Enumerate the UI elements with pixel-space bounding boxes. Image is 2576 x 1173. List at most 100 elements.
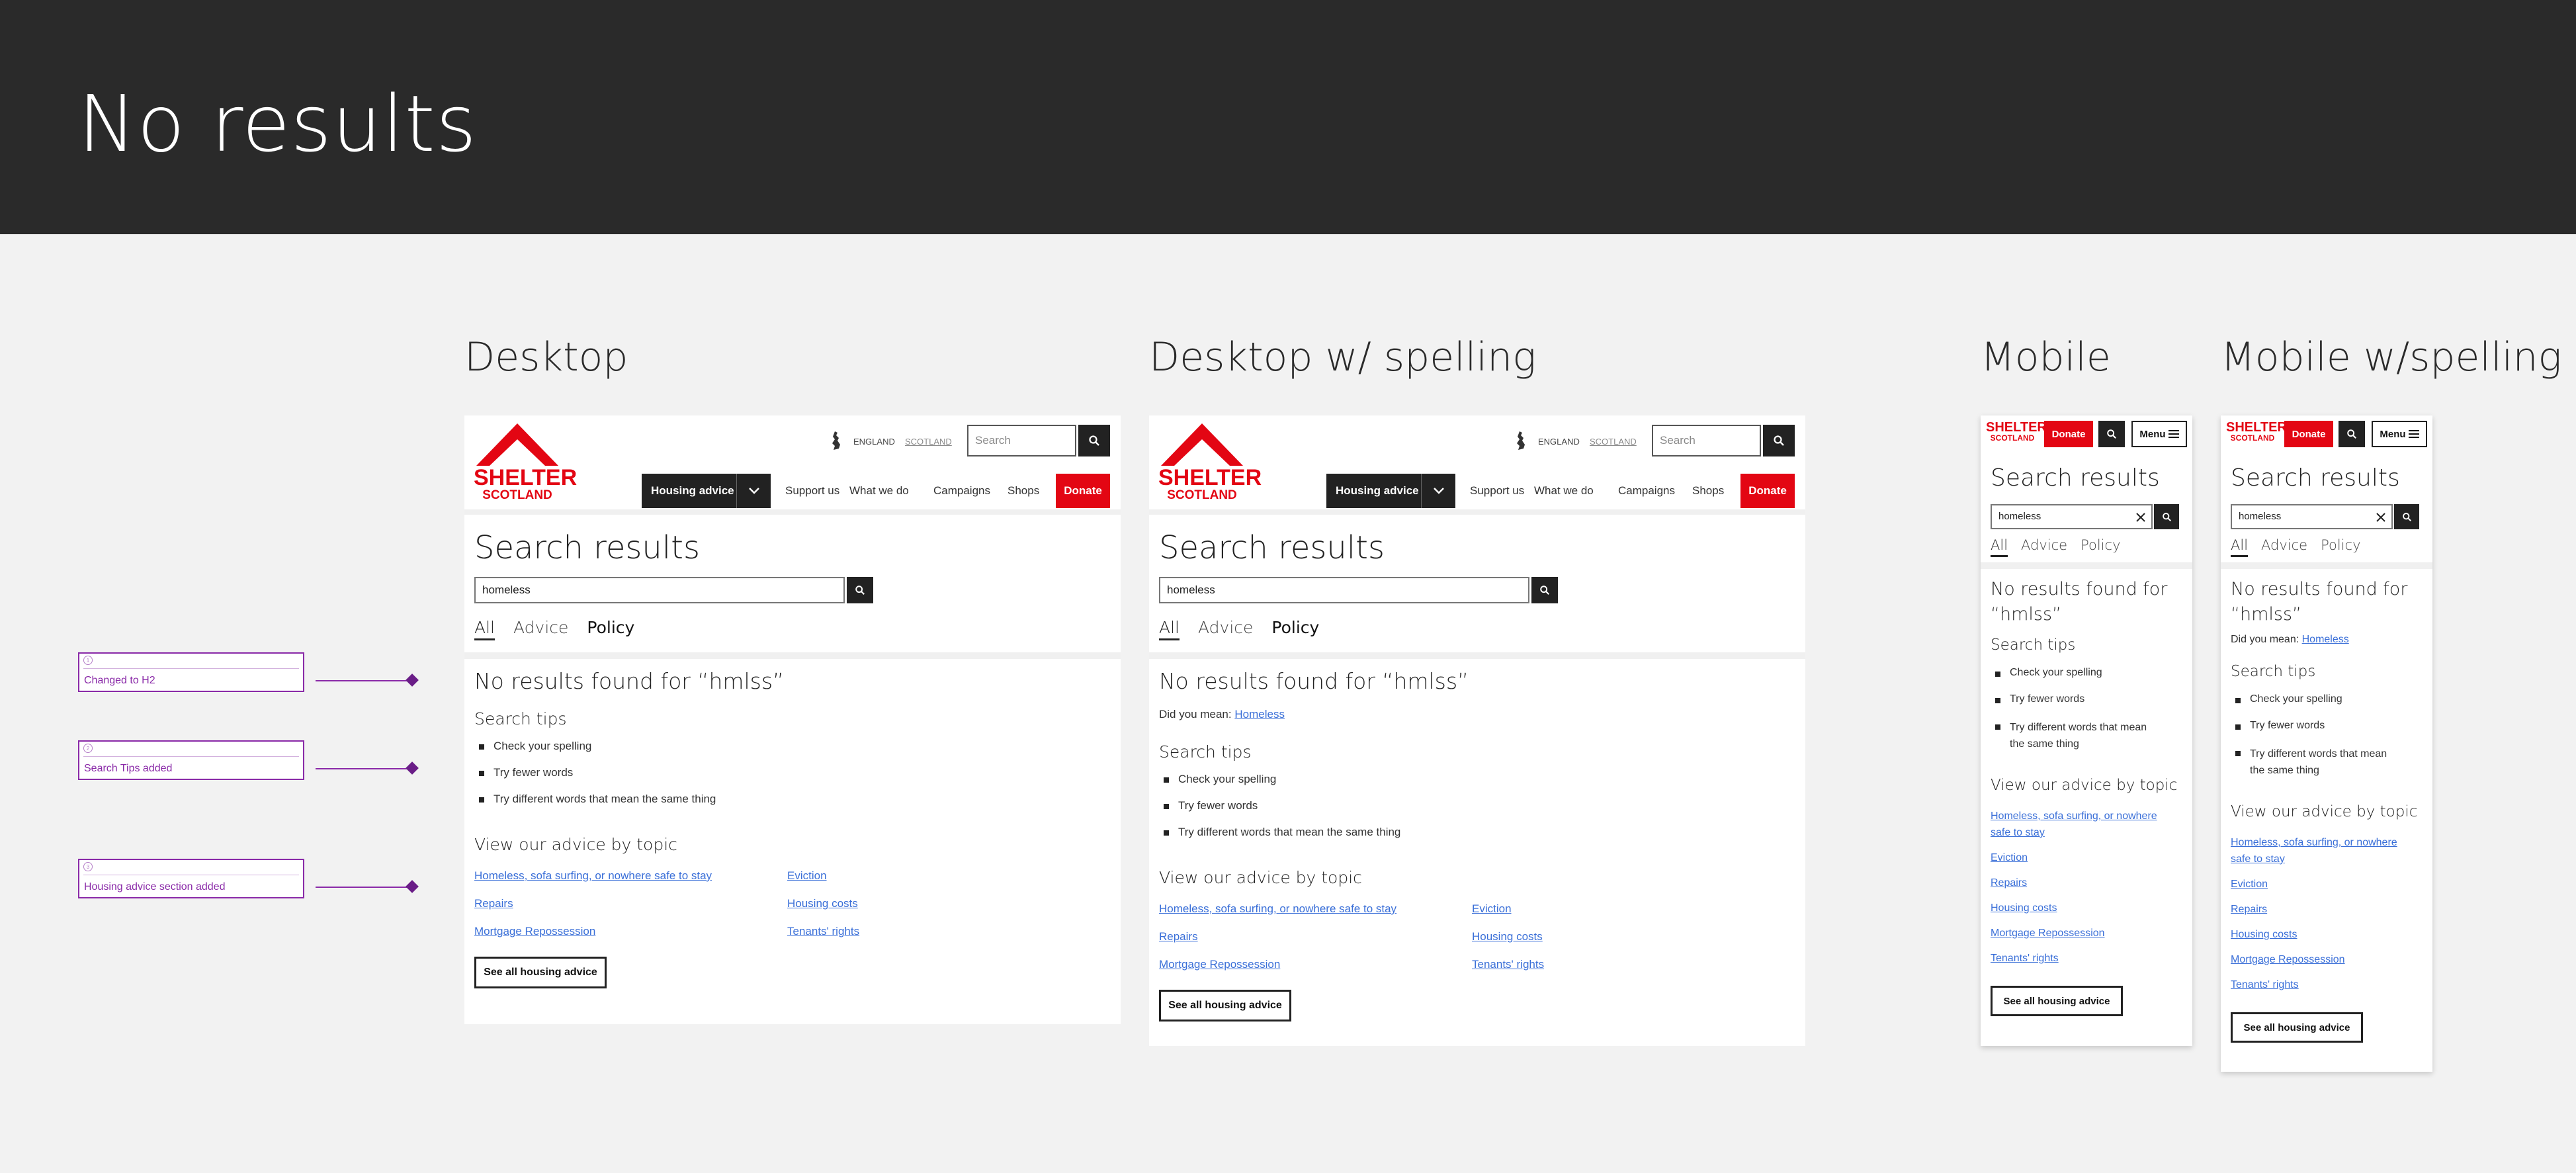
did-you-mean-link[interactable]: Homeless (2302, 634, 2349, 645)
tab-all[interactable]: All (2231, 537, 2248, 553)
advice-link-homeless[interactable]: Homeless, sofa surfing, or nowhere safe … (474, 869, 712, 883)
advice-link-housing-costs[interactable]: Housing costs (787, 897, 858, 910)
nav-shops[interactable]: Shops (1692, 484, 1724, 498)
results-search-button[interactable] (2154, 504, 2179, 529)
advice-link-homeless[interactable]: Homeless, sofa surfing, or nowhere safe t… (2231, 835, 2397, 868)
advice-link-tenants-rights[interactable]: Tenants' rights (787, 925, 859, 938)
results-search-button[interactable] (2394, 504, 2419, 529)
did-you-mean-link[interactable]: Homeless (1234, 708, 1285, 720)
advice-link-housing-costs[interactable]: Housing costs (1472, 930, 1543, 943)
see-all-housing-advice-button[interactable]: See all housing advice (1159, 990, 1291, 1021)
see-all-housing-advice-button[interactable]: See all housing advice (474, 957, 607, 988)
advice-link-housing-costs[interactable]: Housing costs (2231, 929, 2297, 941)
tab-advice[interactable]: Advice (2261, 537, 2307, 553)
scotland-link[interactable]: SCOTLAND (1590, 437, 1637, 447)
results-search-input[interactable]: homeless (1159, 577, 1529, 603)
donate-button[interactable]: Donate (2044, 421, 2093, 447)
see-all-housing-advice-button[interactable]: See all housing advice (1991, 986, 2123, 1016)
advice-link-repairs[interactable]: Repairs (1159, 930, 1198, 943)
site-header: SHELTER SCOTLAND ENGLAND SCOTLAND Search… (464, 415, 1121, 515)
tab-all[interactable]: All (1991, 537, 2008, 553)
advice-link-mortgage[interactable]: Mortgage Repossession (474, 925, 595, 938)
tip-item: Try fewer words (478, 766, 716, 793)
tip-item: Try different words that mean the same th… (2235, 746, 2387, 786)
nav-campaigns[interactable]: Campaigns (1618, 484, 1675, 498)
results-tabs: All Advice Policy (1991, 537, 2121, 553)
section-divider (1149, 652, 1805, 659)
shelter-logo[interactable]: SHELTER SCOTLAND (474, 422, 577, 501)
column-title-mobile: Mobile (1981, 334, 2111, 380)
desktop-frame: SHELTER SCOTLAND ENGLAND SCOTLAND Search… (464, 415, 1121, 1024)
housing-advice-button[interactable]: Housing advice (642, 474, 771, 508)
advice-link-repairs[interactable]: Repairs (474, 897, 513, 910)
clear-icon[interactable] (2135, 512, 2146, 523)
menu-button[interactable]: Menu (2372, 421, 2427, 447)
advice-link-tenants-rights[interactable]: Tenants' rights (1472, 958, 1544, 971)
advice-link-mortgage[interactable]: Mortgage Repossession (1991, 928, 2105, 939)
results-search-input[interactable]: homeless (2231, 504, 2393, 529)
tab-policy[interactable]: Policy (587, 618, 634, 637)
header-search-input[interactable]: Search (1652, 425, 1761, 456)
results-search-input[interactable]: homeless (474, 577, 845, 603)
header-search-input[interactable]: Search (967, 425, 1076, 456)
results-search-button[interactable] (847, 577, 873, 603)
advice-link-mortgage[interactable]: Mortgage Repossession (1159, 958, 1280, 971)
did-you-mean: Did you mean: Homeless (2231, 634, 2349, 645)
mobile-search-button[interactable] (2098, 421, 2125, 447)
advice-link-mortgage[interactable]: Mortgage Repossession (2231, 954, 2345, 966)
donate-button[interactable]: Donate (2284, 421, 2333, 447)
england-link[interactable]: ENGLAND (853, 437, 895, 447)
nav-what-we-do[interactable]: What we do (1534, 484, 1594, 498)
advice-link-eviction[interactable]: Eviction (1991, 852, 2028, 864)
donate-button[interactable]: Donate (1056, 474, 1110, 508)
clear-icon[interactable] (2376, 512, 2386, 523)
shelter-logo[interactable]: SHELTER SCOTLAND (2226, 421, 2287, 442)
advice-link-homeless[interactable]: Homeless, sofa surfing, or nowhere safe t… (1991, 808, 2157, 842)
header-search-button[interactable] (1078, 425, 1110, 456)
advice-link-homeless[interactable]: Homeless, sofa surfing, or nowhere safe … (1159, 902, 1396, 916)
scotland-link[interactable]: SCOTLAND (905, 437, 952, 447)
menu-button[interactable]: Menu (2131, 421, 2187, 447)
no-results-heading: No results found for “hmlss” (2231, 579, 2408, 625)
advice-topics-heading: View our advice by topic (474, 835, 677, 854)
advice-link-eviction[interactable]: Eviction (1472, 902, 1512, 916)
results-search-input[interactable]: homeless (1991, 504, 2153, 529)
tab-advice[interactable]: Advice (2021, 537, 2067, 553)
section-divider (464, 652, 1121, 659)
column-title-desktop-spelling: Desktop w/ spelling (1149, 334, 1537, 380)
nav-campaigns[interactable]: Campaigns (933, 484, 990, 498)
tab-all[interactable]: All (1159, 618, 1180, 637)
england-link[interactable]: ENGLAND (1538, 437, 1580, 447)
nav-what-we-do[interactable]: What we do (849, 484, 909, 498)
mobile-search-button[interactable] (2339, 421, 2365, 447)
nav-support-us[interactable]: Support us (1470, 484, 1524, 498)
advice-link-tenants-rights[interactable]: Tenants' rights (1991, 953, 2059, 965)
tip-item: Try different words that mean the same th… (1995, 720, 2147, 760)
shelter-logo[interactable]: SHELTER SCOTLAND (1986, 421, 2047, 442)
advice-link-housing-costs[interactable]: Housing costs (1991, 902, 2057, 914)
shelter-logo[interactable]: SHELTER SCOTLAND (1158, 422, 1262, 501)
tab-advice[interactable]: Advice (1198, 618, 1253, 637)
tab-policy[interactable]: Policy (2321, 537, 2360, 553)
results-search-button[interactable] (1531, 577, 1558, 603)
annotation-housing-advice-added: 3 Housing advice section added (78, 859, 304, 898)
advice-link-repairs[interactable]: Repairs (1991, 877, 2027, 889)
search-icon (1774, 435, 1784, 446)
tab-policy[interactable]: Policy (2081, 537, 2120, 553)
nav-support-us[interactable]: Support us (785, 484, 839, 498)
tab-all[interactable]: All (474, 618, 495, 637)
advice-link-repairs[interactable]: Repairs (2231, 904, 2267, 916)
advice-link-eviction[interactable]: Eviction (2231, 879, 2268, 891)
advice-link-eviction[interactable]: Eviction (787, 869, 827, 883)
no-results-heading: No results found for “hmlss” (1991, 579, 2168, 625)
housing-advice-button[interactable]: Housing advice (1326, 474, 1455, 508)
search-results-title: Search results (1991, 464, 2160, 492)
tab-policy[interactable]: Policy (1271, 618, 1319, 637)
header-search-button[interactable] (1763, 425, 1795, 456)
see-all-housing-advice-button[interactable]: See all housing advice (2231, 1012, 2363, 1043)
tab-advice[interactable]: Advice (513, 618, 568, 637)
donate-button[interactable]: Donate (1740, 474, 1795, 508)
advice-link-tenants-rights[interactable]: Tenants' rights (2231, 979, 2299, 991)
column-title-desktop: Desktop (464, 334, 628, 380)
nav-shops[interactable]: Shops (1008, 484, 1039, 498)
